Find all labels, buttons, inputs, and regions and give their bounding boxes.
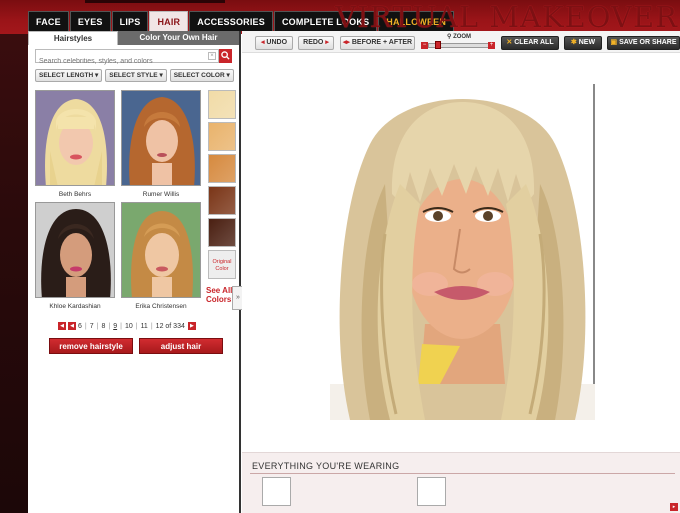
first-page-icon[interactable]: ◀ bbox=[58, 322, 66, 330]
save-share-label: SAVE OR SHARE bbox=[619, 39, 677, 46]
before-after-icon: ◂▸ bbox=[342, 39, 352, 46]
tab-eyes[interactable]: EYES bbox=[69, 11, 111, 31]
save-share-button[interactable]: ▣ SAVE OR SHARE bbox=[607, 36, 680, 50]
page-link[interactable]: 10 bbox=[125, 323, 133, 330]
color-swatch[interactable] bbox=[208, 154, 236, 183]
zoom-in-button[interactable]: + bbox=[488, 42, 495, 49]
color-swatch[interactable] bbox=[208, 90, 236, 119]
new-button[interactable]: ✱ NEW bbox=[564, 36, 602, 50]
subtab-color-your-own[interactable]: Color Your Own Hair bbox=[118, 31, 239, 45]
search-box: × bbox=[35, 49, 219, 68]
undo-button[interactable]: ◂ UNDO bbox=[255, 36, 293, 50]
brand-title: VIRTUAL MAKEOVER bbox=[335, 0, 678, 34]
wearing-slot[interactable] bbox=[262, 477, 291, 506]
style-name: Erika Christensen bbox=[135, 303, 187, 310]
clear-all-label: CLEAR ALL bbox=[514, 39, 554, 46]
style-photo[interactable] bbox=[35, 202, 115, 298]
star-icon: ✱ bbox=[570, 39, 579, 46]
new-label: NEW bbox=[578, 39, 596, 46]
redo-button[interactable]: REDO ▸ bbox=[298, 36, 334, 50]
color-swatches: Original Color bbox=[208, 90, 236, 282]
magnifier-icon bbox=[221, 51, 230, 60]
select-color-dropdown[interactable]: SELECT COLOR ▾ bbox=[169, 69, 234, 82]
style-name: Khloe Kardashian bbox=[49, 303, 101, 310]
undo-label: UNDO bbox=[266, 39, 288, 46]
remove-hairstyle-button[interactable]: remove hairstyle bbox=[49, 338, 133, 354]
clear-search-icon[interactable]: × bbox=[208, 52, 216, 60]
page-summary: 12 of 334 bbox=[155, 322, 185, 330]
tab-lips[interactable]: LIPS bbox=[111, 11, 149, 31]
select-style-dropdown[interactable]: SELECT STYLE ▾ bbox=[105, 69, 167, 82]
tab-accessories[interactable]: ACCESSORIES bbox=[189, 11, 273, 31]
page-link[interactable]: 6 bbox=[78, 323, 82, 330]
select-length-dropdown[interactable]: SELECT LENGTH ▾ bbox=[35, 69, 103, 82]
prev-page-icon[interactable]: ◀ bbox=[68, 322, 76, 330]
style-name: Beth Behrs bbox=[58, 191, 92, 198]
style-card[interactable]: Beth Behrs bbox=[35, 90, 115, 198]
before-after-label: BEFORE + AFTER bbox=[351, 39, 413, 46]
redo-icon: ▸ bbox=[323, 39, 329, 46]
subtab-hairstyles[interactable]: Hairstyles bbox=[28, 31, 118, 45]
save-icon: ▣ bbox=[610, 39, 620, 46]
before-after-button[interactable]: ◂▸ BEFORE + AFTER bbox=[340, 36, 415, 50]
pagination: ◀ ◀ 6 | 7 | 8 | 9 | 10 | 11 | 12 of 334 ▶ bbox=[58, 322, 198, 330]
zoom-slider-thumb[interactable] bbox=[434, 41, 441, 49]
color-swatch[interactable] bbox=[208, 218, 236, 247]
filter-row: SELECT LENGTH ▾ SELECT STYLE ▾ SELECT CO… bbox=[35, 69, 237, 82]
wearing-section: EVERYTHING YOU'RE WEARING ▸ bbox=[242, 452, 680, 513]
clear-all-button[interactable]: ✕ CLEAR ALL bbox=[501, 36, 559, 50]
color-swatch[interactable] bbox=[208, 186, 236, 215]
zoom-text: ZOOM bbox=[453, 34, 472, 40]
page-link[interactable]: 8 bbox=[101, 323, 105, 330]
tab-face[interactable]: FACE bbox=[28, 11, 69, 31]
zoom-label: ⚲ ZOOM bbox=[447, 33, 471, 40]
zoom-out-button[interactable]: − bbox=[421, 42, 428, 49]
page-link[interactable]: 11 bbox=[141, 323, 148, 330]
tab-hair[interactable]: HAIR bbox=[149, 11, 189, 31]
search-input[interactable] bbox=[36, 55, 206, 68]
style-photo[interactable] bbox=[35, 90, 115, 186]
top-strip bbox=[85, 0, 225, 3]
original-color-swatch[interactable]: Original Color bbox=[208, 250, 236, 279]
search-button[interactable] bbox=[219, 49, 232, 63]
adjust-hair-button[interactable]: adjust hair bbox=[139, 338, 223, 354]
page-link[interactable]: 7 bbox=[90, 323, 94, 330]
current-page: 9 bbox=[113, 322, 118, 330]
left-rail bbox=[0, 34, 28, 513]
panel-subtabs: Hairstyles Color Your Own Hair bbox=[28, 31, 239, 45]
next-page-icon[interactable]: ▶ bbox=[187, 322, 196, 330]
color-swatch[interactable] bbox=[208, 122, 236, 151]
makeover-portrait bbox=[330, 84, 595, 420]
expand-icon[interactable]: ▸ bbox=[670, 503, 678, 511]
style-name: Rumer Willis bbox=[142, 191, 180, 198]
wearing-slot[interactable] bbox=[417, 477, 446, 506]
wearing-title: EVERYTHING YOU'RE WEARING bbox=[252, 461, 400, 471]
style-card[interactable]: Erika Christensen bbox=[121, 202, 201, 310]
style-card[interactable]: Rumer Willis bbox=[121, 90, 201, 198]
redo-label: REDO bbox=[303, 39, 324, 46]
wearing-divider bbox=[250, 473, 675, 474]
style-photo[interactable] bbox=[121, 202, 201, 298]
hairstyle-panel: Hairstyles Color Your Own Hair × SELECT … bbox=[28, 31, 244, 513]
style-card[interactable]: Khloe Kardashian bbox=[35, 202, 115, 310]
style-photo[interactable] bbox=[121, 90, 201, 186]
